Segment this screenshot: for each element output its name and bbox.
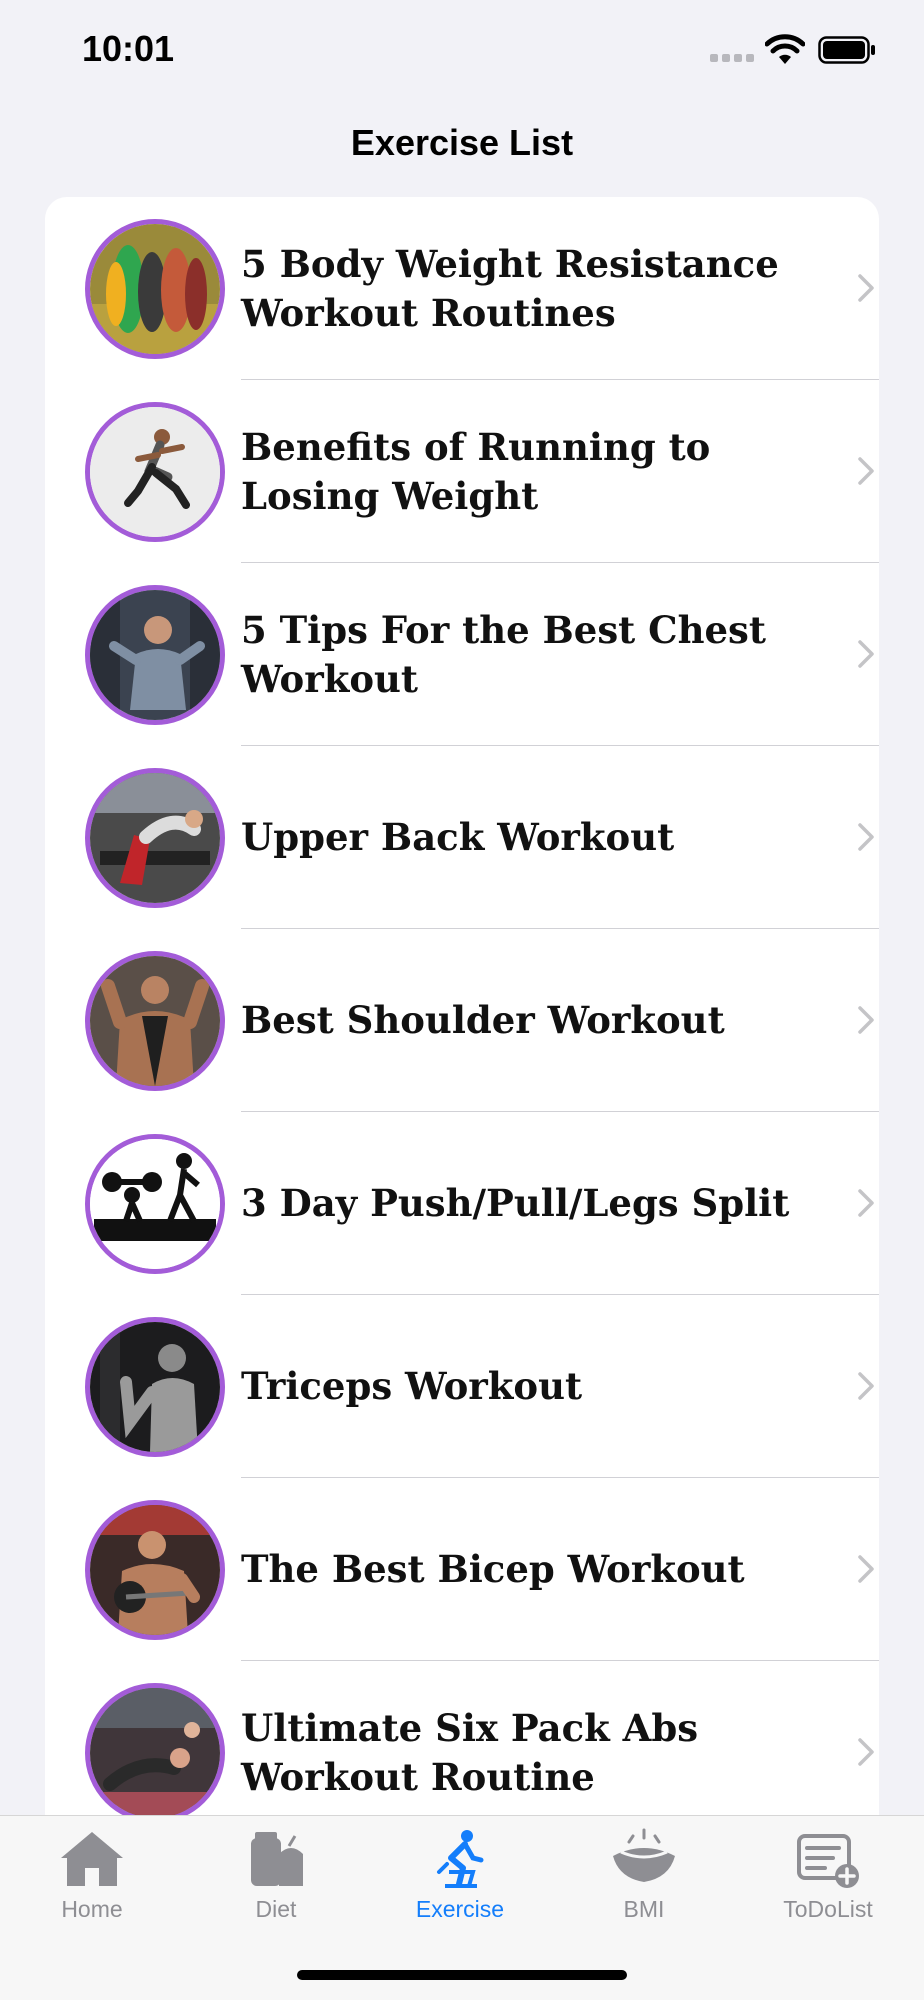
tab-bmi[interactable]: BMI [552, 1816, 736, 1936]
exercise-row[interactable]: Ultimate Six Pack Abs Workout Routine [45, 1661, 879, 1817]
page-title: Exercise List [350, 122, 574, 163]
exercise-thumbnail [85, 768, 225, 908]
exercise-thumbnail [85, 585, 225, 725]
exercise-row[interactable]: 5 Tips For the Best Chest Workout [45, 563, 879, 746]
exercise-title: Best Shoulder Workout [241, 998, 725, 1042]
shoulder-workout-image [90, 956, 220, 1086]
exercise-thumbnail [85, 1317, 225, 1457]
house-icon [61, 1832, 123, 1886]
exercise-thumbnail [85, 402, 225, 542]
resistance-bands-image [90, 224, 220, 354]
chevron-right-icon [858, 1738, 874, 1766]
exercise-row[interactable]: The Best Bicep Workout [45, 1478, 879, 1661]
exercise-thumbnail [85, 1134, 225, 1274]
chevron-right-icon [858, 1555, 874, 1583]
battery-icon [818, 36, 875, 64]
tab-todolist[interactable]: ToDoList [736, 1816, 920, 1936]
status-time: 10:01 [82, 28, 175, 69]
exercise-title: 3 Day Push/Pull/Legs Split [241, 1181, 790, 1225]
exercise-list: 5 Body Weight Resistance Workout Routine… [45, 197, 879, 1817]
tab-label: Diet [255, 1896, 297, 1922]
exercise-title: Upper Back Workout [241, 815, 675, 859]
exercise-list-screen: 10:01 Exercise List 5 Body Weight Resist… [0, 0, 924, 2000]
triceps-workout-image [90, 1322, 220, 1452]
exercise-row[interactable]: Upper Back Workout [45, 746, 879, 929]
cellular-signal-icon [710, 54, 754, 62]
exercise-title: Ultimate Six Pack Abs Workout Routine [241, 1705, 699, 1799]
runner-image [90, 407, 220, 537]
exercise-title: 5 Body Weight Resistance Workout Routine… [241, 241, 779, 335]
scale-icon [613, 1828, 675, 1882]
exercise-thumbnail [85, 951, 225, 1091]
exercise-title: The Best Bicep Workout [241, 1547, 745, 1591]
tab-label: BMI [623, 1896, 665, 1922]
exercise-row[interactable]: 3 Day Push/Pull/Legs Split [45, 1112, 879, 1295]
home-indicator [297, 1970, 627, 1980]
tab-diet[interactable]: Diet [184, 1816, 368, 1936]
chevron-right-icon [858, 274, 874, 302]
chevron-right-icon [858, 1372, 874, 1400]
exercise-thumbnail [85, 219, 225, 359]
tab-home[interactable]: Home [0, 1816, 184, 1936]
six-pack-abs-image [90, 1688, 220, 1817]
exercise-title: Benefits of Running to Losing Weight [241, 424, 711, 518]
chest-workout-image [90, 590, 220, 720]
tab-label: ToDoList [783, 1896, 873, 1922]
exercise-row[interactable]: Triceps Workout [45, 1295, 879, 1478]
todo-list-icon [797, 1834, 859, 1888]
chevron-right-icon [858, 823, 874, 851]
upper-back-image [90, 773, 220, 903]
status-bar: 10:01 [0, 0, 924, 100]
wifi-icon [765, 34, 805, 64]
chevron-right-icon [858, 457, 874, 485]
exercise-row[interactable]: Best Shoulder Workout [45, 929, 879, 1112]
exercise-title: 5 Tips For the Best Chest Workout [241, 607, 766, 701]
chevron-right-icon [858, 1189, 874, 1217]
push-pull-legs-image [90, 1139, 220, 1269]
exercise-row[interactable]: 5 Body Weight Resistance Workout Routine… [45, 197, 879, 380]
tab-label: Exercise [415, 1896, 505, 1922]
exercise-row[interactable]: Benefits of Running to Losing Weight [45, 380, 879, 563]
diet-icon [251, 1832, 303, 1886]
exercise-thumbnail [85, 1683, 225, 1817]
cycling-icon [437, 1830, 484, 1888]
tab-label: Home [61, 1896, 123, 1922]
exercise-thumbnail [85, 1500, 225, 1640]
bicep-workout-image [90, 1505, 220, 1635]
chevron-right-icon [858, 1006, 874, 1034]
tab-exercise[interactable]: Exercise [368, 1816, 552, 1936]
exercise-title: Triceps Workout [241, 1364, 583, 1408]
chevron-right-icon [858, 640, 874, 668]
